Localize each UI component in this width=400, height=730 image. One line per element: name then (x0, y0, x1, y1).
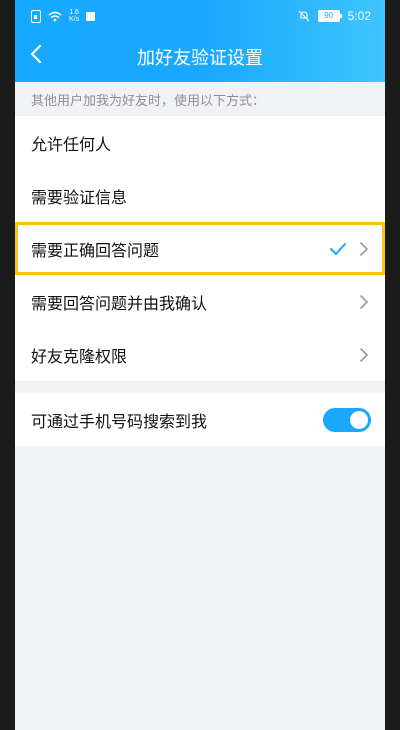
phone-search-toggle[interactable] (323, 407, 371, 432)
speed-value: 1.6 (69, 9, 79, 16)
checkmark-icon (330, 242, 346, 255)
option-label: 需要正确回答问题 (31, 240, 160, 260)
speed-unit: K/s (69, 16, 80, 23)
option-answer-and-confirm[interactable]: 需要回答问题并由我确认 (15, 275, 385, 328)
sim-icon (31, 9, 41, 23)
phone-search-row: 可通过手机号码搜索到我 (15, 393, 385, 446)
phone-search-group: 可通过手机号码搜索到我 (15, 393, 385, 446)
phone-search-label: 可通过手机号码搜索到我 (31, 411, 208, 431)
chevron-right-icon (360, 241, 368, 256)
option-require-message[interactable]: 需要验证信息 (15, 169, 385, 222)
option-label: 需要验证信息 (31, 187, 128, 207)
toggle-knob (350, 410, 368, 429)
section-hint: 其他用户加我为好友时，使用以下方式： (31, 93, 266, 109)
option-label: 好友克隆权限 (31, 346, 128, 366)
option-friend-clone[interactable]: 好友克隆权限 (15, 328, 385, 381)
chevron-right-icon (360, 294, 368, 309)
option-label: 需要回答问题并由我确认 (31, 293, 208, 313)
clock: 5:02 (347, 9, 371, 23)
wifi-icon (48, 11, 62, 21)
notification-icon (86, 11, 96, 21)
battery-icon: 90 (317, 10, 342, 22)
page-title: 加好友验证设置 (137, 48, 263, 69)
network-speed: 1.6 K/s (69, 9, 79, 23)
nav-bar: 加好友验证设置 (15, 34, 385, 82)
bell-muted-icon (298, 10, 310, 22)
header: 1.6 K/s 90 5:02 加好友验证设置 (15, 0, 385, 82)
phone-screen: 1.6 K/s 90 5:02 加好友验证设置 其他用户加我为好友时，使用以下方… (15, 0, 385, 730)
option-allow-anyone[interactable]: 允许任何人 (15, 116, 385, 169)
chevron-right-icon (360, 347, 368, 362)
status-bar: 1.6 K/s 90 5:02 (15, 0, 385, 34)
verification-options: 允许任何人 需要验证信息 需要正确回答问题 需要回答问题并由我确认 好友克隆权限 (15, 116, 385, 381)
option-label: 允许任何人 (31, 134, 112, 154)
option-correct-answer[interactable]: 需要正确回答问题 (15, 222, 385, 275)
